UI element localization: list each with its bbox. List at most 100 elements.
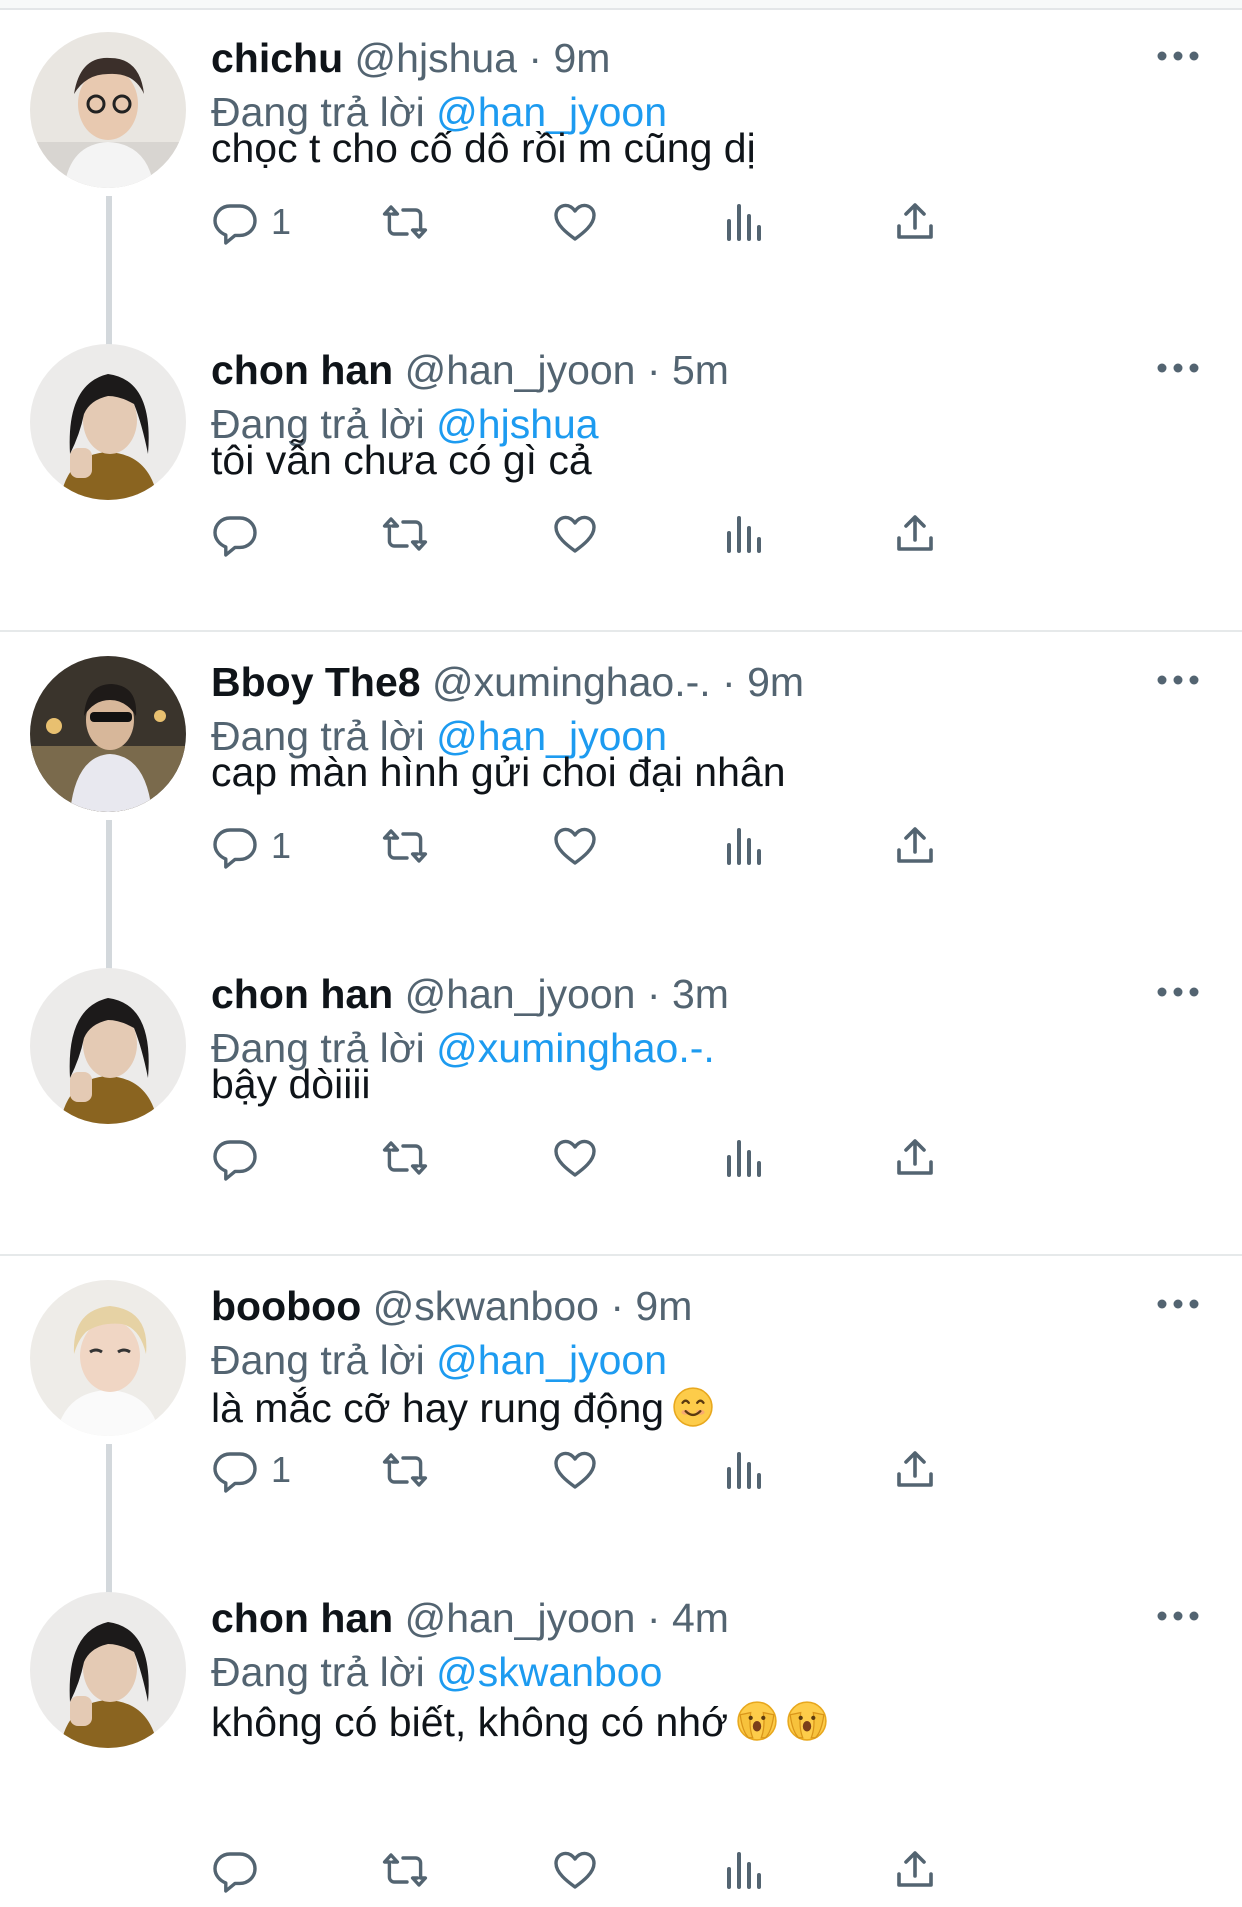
tweet[interactable]: booboo @skwanboo · 9m Đang trả lời @han_… bbox=[0, 1248, 1242, 1560]
user-handle[interactable]: @xuminghao.-. bbox=[432, 659, 711, 705]
action-bar bbox=[211, 1838, 1111, 1902]
tweet[interactable]: chichu @hjshua · 9m Đang trả lời @han_jy… bbox=[0, 0, 1242, 312]
avatar[interactable] bbox=[30, 1280, 186, 1436]
user-handle[interactable]: @han_jyoon bbox=[405, 971, 636, 1017]
display-name[interactable]: chichu bbox=[211, 35, 343, 81]
share-button[interactable] bbox=[891, 1438, 939, 1502]
separator-dot: · bbox=[646, 1595, 661, 1641]
reply-button[interactable]: 1 bbox=[211, 1438, 291, 1502]
mention-link[interactable]: @skwanboo bbox=[436, 1649, 662, 1695]
more-icon[interactable] bbox=[1156, 1296, 1200, 1312]
retweet-button[interactable] bbox=[381, 190, 429, 254]
views-button[interactable] bbox=[721, 1838, 769, 1902]
more-icon[interactable] bbox=[1156, 48, 1200, 64]
more-icon[interactable] bbox=[1156, 672, 1200, 688]
views-icon bbox=[727, 1452, 761, 1489]
mention-link[interactable]: @han_jyoon bbox=[436, 1337, 667, 1383]
share-icon bbox=[897, 1139, 933, 1175]
tweet-text: là mắc cỡ hay rung động bbox=[211, 1378, 714, 1438]
avatar[interactable] bbox=[30, 32, 186, 188]
share-button[interactable] bbox=[891, 1838, 939, 1902]
retweet-button[interactable] bbox=[381, 502, 429, 566]
user-handle[interactable]: @hjshua bbox=[355, 35, 517, 81]
share-icon bbox=[897, 827, 933, 863]
like-button[interactable] bbox=[551, 814, 599, 878]
views-button[interactable] bbox=[721, 502, 769, 566]
timestamp[interactable]: 5m bbox=[672, 347, 729, 393]
share-button[interactable] bbox=[891, 814, 939, 878]
tweet-text-content: tôi vẫn chưa có gì cả bbox=[211, 437, 592, 483]
user-handle[interactable]: @skwanboo bbox=[373, 1283, 599, 1329]
display-name[interactable]: chon han bbox=[211, 347, 393, 393]
more-icon[interactable] bbox=[1156, 984, 1200, 1000]
tweet[interactable]: chon han @han_jyoon · 4m Đang trả lời @s… bbox=[0, 1560, 1242, 1893]
avatar[interactable] bbox=[30, 968, 186, 1124]
timestamp[interactable]: 9m bbox=[553, 35, 610, 81]
reply-button[interactable] bbox=[211, 1126, 271, 1190]
like-icon bbox=[554, 827, 596, 865]
user-handle[interactable]: @han_jyoon bbox=[405, 347, 636, 393]
tweet-header: chon han @han_jyoon · 4m bbox=[211, 1588, 729, 1648]
timestamp[interactable]: 9m bbox=[635, 1283, 692, 1329]
more-icon[interactable] bbox=[1156, 360, 1200, 376]
tweet-text: cap màn hình gửi choi đại nhân bbox=[211, 742, 786, 802]
share-icon bbox=[897, 515, 933, 551]
reply-button[interactable] bbox=[211, 1838, 271, 1902]
share-button[interactable] bbox=[891, 190, 939, 254]
reply-icon bbox=[213, 516, 257, 557]
display-name[interactable]: booboo bbox=[211, 1283, 361, 1329]
separator-dot: · bbox=[610, 1283, 624, 1329]
peeking-face-emoji bbox=[787, 1701, 827, 1741]
like-button[interactable] bbox=[551, 1126, 599, 1190]
reply-button[interactable]: 1 bbox=[211, 190, 291, 254]
timestamp[interactable]: 4m bbox=[672, 1595, 729, 1641]
replying-to-label: Đang trả lời bbox=[211, 1337, 425, 1383]
share-icon bbox=[897, 1451, 933, 1487]
display-name[interactable]: chon han bbox=[211, 971, 393, 1017]
timestamp[interactable]: 3m bbox=[672, 971, 729, 1017]
like-button[interactable] bbox=[551, 190, 599, 254]
timestamp[interactable]: 9m bbox=[747, 659, 804, 705]
action-bar: 1 bbox=[211, 1438, 1111, 1502]
share-button[interactable] bbox=[891, 502, 939, 566]
views-button[interactable] bbox=[721, 1438, 769, 1502]
avatar[interactable] bbox=[30, 656, 186, 812]
reply-count: 1 bbox=[271, 825, 292, 866]
like-icon bbox=[554, 203, 596, 241]
user-handle[interactable]: @han_jyoon bbox=[405, 1595, 636, 1641]
reply-button[interactable]: 1 bbox=[211, 814, 291, 878]
tweet-text-content: là mắc cỡ hay rung động bbox=[211, 1385, 665, 1431]
tweet-text: tôi vẫn chưa có gì cả bbox=[211, 430, 592, 490]
like-button[interactable] bbox=[551, 1838, 599, 1902]
action-bar: 1 bbox=[211, 814, 1111, 878]
tweet[interactable]: chon han @han_jyoon · 5m Đang trả lời @h… bbox=[0, 312, 1242, 624]
views-button[interactable] bbox=[721, 814, 769, 878]
retweet-button[interactable] bbox=[381, 1438, 429, 1502]
display-name[interactable]: Bboy The8 bbox=[211, 659, 421, 705]
retweet-button[interactable] bbox=[381, 1838, 429, 1902]
separator-dot: · bbox=[722, 659, 736, 705]
like-button[interactable] bbox=[551, 1438, 599, 1502]
reply-icon bbox=[213, 1852, 257, 1893]
tweet[interactable]: chon han @han_jyoon · 3m Đang trả lời @x… bbox=[0, 936, 1242, 1248]
avatar[interactable] bbox=[30, 344, 186, 500]
tweet[interactable]: Bboy The8 @xuminghao.-. · 9m Đang trả lờ… bbox=[0, 624, 1242, 936]
retweet-button[interactable] bbox=[381, 814, 429, 878]
avatar[interactable] bbox=[30, 1592, 186, 1748]
separator-dot: · bbox=[646, 347, 661, 393]
action-bar bbox=[211, 502, 1111, 566]
like-icon bbox=[554, 1851, 596, 1889]
tweet-header: chichu @hjshua · 9m bbox=[211, 28, 610, 88]
like-button[interactable] bbox=[551, 502, 599, 566]
views-button[interactable] bbox=[721, 1126, 769, 1190]
like-icon bbox=[554, 1451, 596, 1489]
views-button[interactable] bbox=[721, 190, 769, 254]
separator-dot: · bbox=[646, 971, 661, 1017]
more-icon[interactable] bbox=[1156, 1608, 1200, 1624]
display-name[interactable]: chon han bbox=[211, 1595, 393, 1641]
tweet-text: chọc t cho cố dô rồi m cũng dị bbox=[211, 118, 756, 178]
share-button[interactable] bbox=[891, 1126, 939, 1190]
retweet-button[interactable] bbox=[381, 1126, 429, 1190]
reply-button[interactable] bbox=[211, 502, 271, 566]
mention-link[interactable]: @xuminghao.-. bbox=[436, 1025, 715, 1071]
